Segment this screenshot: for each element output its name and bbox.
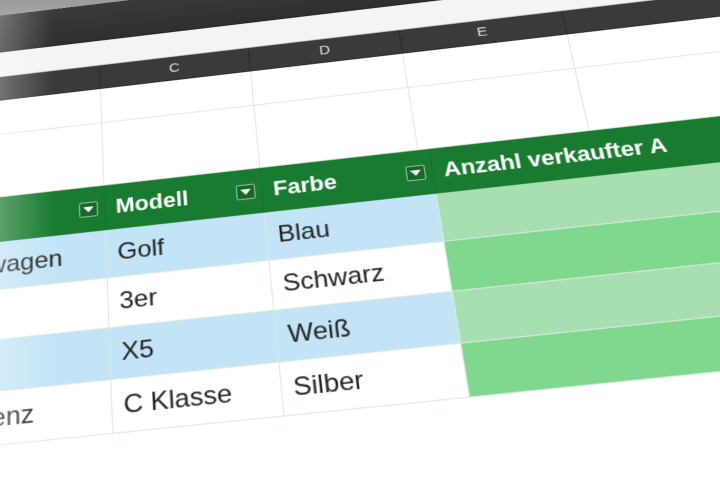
table-header-label: Farbe	[272, 170, 338, 201]
table-header-label: Modell	[115, 186, 189, 218]
filter-button[interactable]	[405, 165, 427, 182]
filter-button[interactable]	[79, 201, 98, 218]
filter-button[interactable]	[236, 184, 256, 201]
cell-marke[interactable]: des Benz	[0, 380, 113, 454]
